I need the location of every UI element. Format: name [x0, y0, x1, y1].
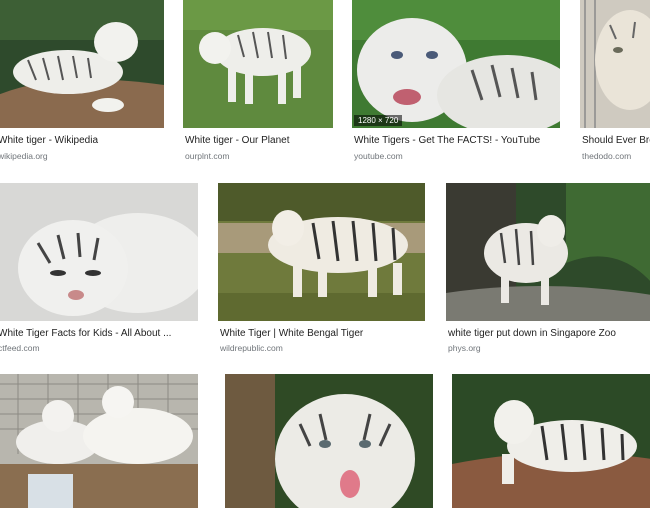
result-card[interactable]: white tiger put down in Singapore Zoo ph…: [446, 183, 650, 358]
result-card[interactable]: White Tiger | White Bengal Tiger wildrep…: [218, 183, 425, 358]
result-title[interactable]: White Tigers - Get The FACTS! - YouTube: [354, 135, 540, 146]
result-title[interactable]: White Tiger | White Bengal Tiger: [220, 328, 363, 339]
result-thumbnail-white-tiger-tongue[interactable]: [225, 374, 433, 508]
result-thumbnail-white-tiger-walking[interactable]: [183, 0, 333, 128]
result-title[interactable]: Should Ever Bre: [582, 135, 650, 146]
result-source: phys.org: [448, 343, 481, 353]
result-card[interactable]: White Tiger Facts for Kids - All About .…: [0, 183, 198, 358]
result-source: ourplnt.com: [185, 151, 230, 161]
result-card[interactable]: [0, 374, 198, 508]
result-thumbnail-two-white-tigers-waterfall[interactable]: [0, 374, 198, 508]
result-thumbnail-white-tiger-singapore-zoo[interactable]: [446, 183, 650, 321]
result-source: thedodo.com: [582, 151, 632, 161]
image-dimensions-badge: 1280 × 720: [354, 115, 403, 126]
result-source: youtube.com: [354, 151, 403, 161]
result-title[interactable]: White tiger - Our Planet: [185, 135, 289, 146]
result-thumbnail-white-tiger-on-log[interactable]: [452, 374, 650, 508]
result-thumbnail-white-tiger-on-rock[interactable]: [0, 0, 164, 128]
result-thumbnail-white-tiger-lying[interactable]: [0, 183, 198, 321]
result-thumbnail-white-tiger-cage[interactable]: [580, 0, 650, 128]
result-card[interactable]: White tiger - Wikipedia wikipedia.org: [0, 0, 164, 170]
result-source: wikipedia.org: [0, 151, 48, 161]
result-title[interactable]: White tiger - Wikipedia: [0, 135, 98, 146]
result-title[interactable]: white tiger put down in Singapore Zoo: [448, 328, 616, 339]
result-card[interactable]: [225, 374, 433, 508]
result-card[interactable]: White tiger - Our Planet ourplnt.com: [183, 0, 333, 170]
result-card[interactable]: 1280 × 720 White Tigers - Get The FACTS!…: [352, 0, 560, 170]
result-thumbnail-white-bengal-tiger[interactable]: [218, 183, 425, 321]
result-card[interactable]: [452, 374, 650, 508]
result-title[interactable]: White Tiger Facts for Kids - All About .…: [0, 328, 171, 339]
result-thumbnail-white-tiger-closeup[interactable]: 1280 × 720: [352, 0, 560, 128]
result-card[interactable]: Should Ever Bre thedodo.com: [580, 0, 650, 170]
result-source: ctfeed.com: [0, 343, 40, 353]
result-source: wildrepublic.com: [220, 343, 283, 353]
